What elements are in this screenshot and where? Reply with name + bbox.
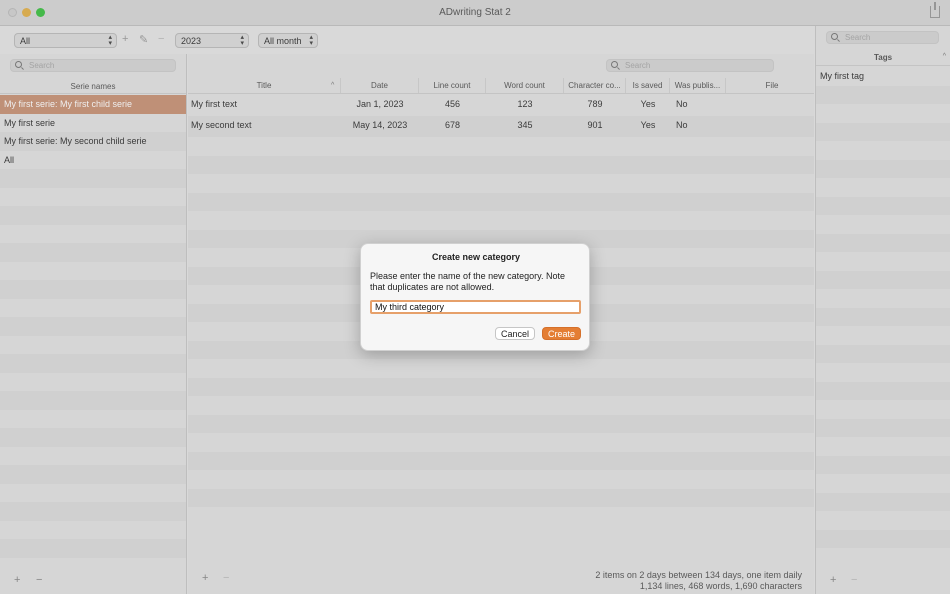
app-window: ADwriting Stat 2 All ▴ ▾ 2023 ▴ ▾ All mont…	[0, 0, 950, 594]
create-button[interactable]: Create	[542, 327, 581, 340]
cancel-button[interactable]: Cancel	[495, 327, 535, 340]
category-name-input[interactable]	[370, 300, 581, 314]
create-category-dialog: Create new category Please enter the nam…	[360, 243, 590, 351]
dialog-message: Please enter the name of the new categor…	[370, 271, 565, 292]
dialog-title: Create new category	[431, 252, 521, 262]
